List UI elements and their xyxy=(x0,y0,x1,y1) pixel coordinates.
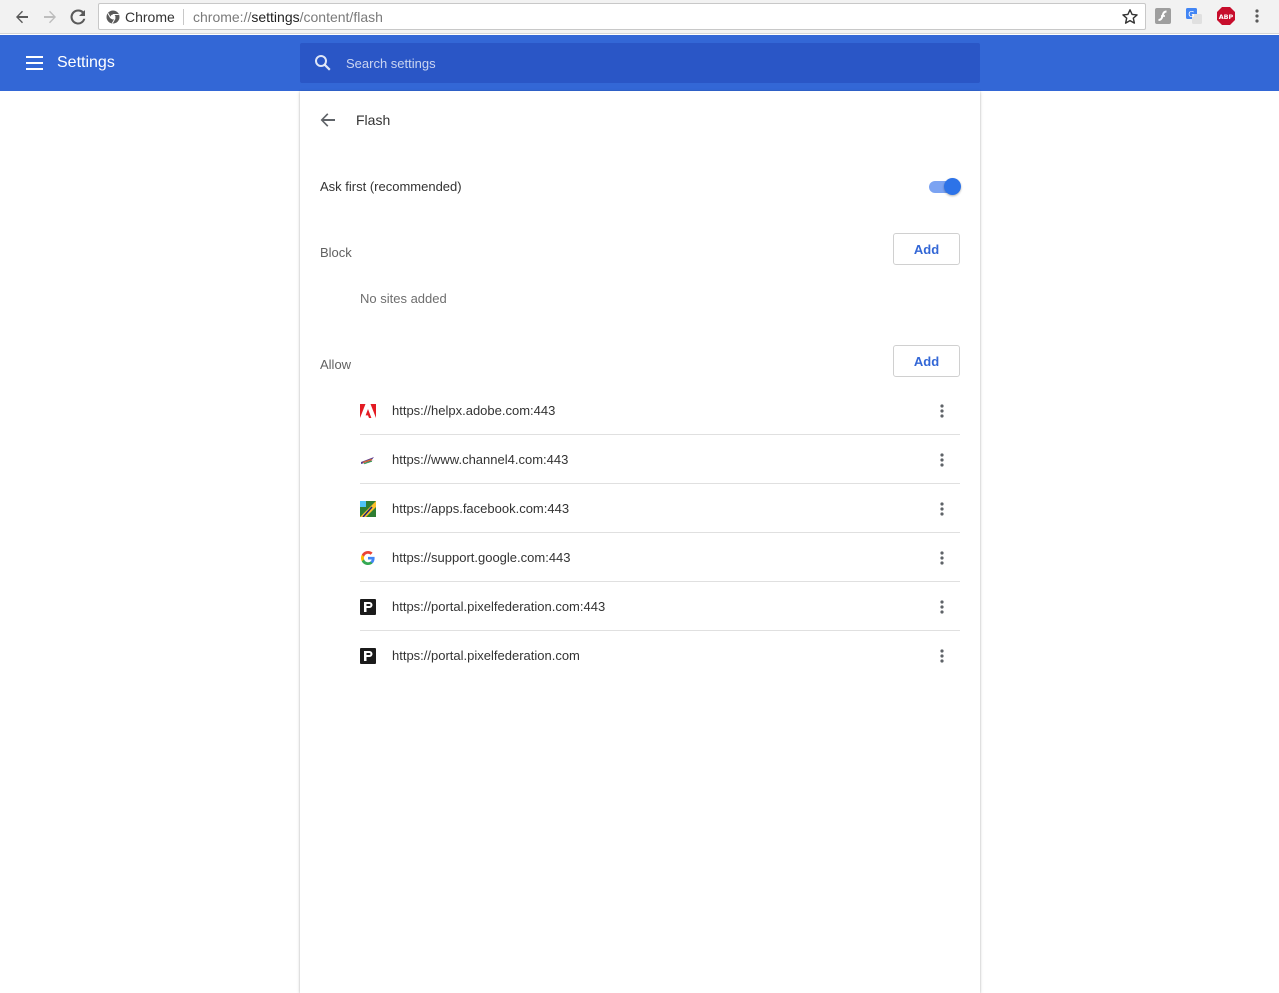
url-scheme: chrome:// xyxy=(193,9,252,25)
adobe-icon xyxy=(360,403,376,419)
back-arrow-icon[interactable] xyxy=(318,110,338,130)
settings-title: Settings xyxy=(57,54,115,71)
flash-ext-icon[interactable] xyxy=(1153,6,1173,26)
channel4-icon xyxy=(360,452,376,468)
more-actions-icon[interactable] xyxy=(932,499,952,519)
google-icon xyxy=(360,550,376,566)
page-title: Flash xyxy=(356,112,391,128)
adblock-plus-icon[interactable]: ABP xyxy=(1216,6,1236,26)
more-actions-icon[interactable] xyxy=(932,401,952,421)
site-url: https://apps.facebook.com:443 xyxy=(392,501,570,516)
allow-section-label: Allow xyxy=(320,357,352,372)
more-actions-icon[interactable] xyxy=(932,548,952,568)
back-arrow-icon[interactable] xyxy=(10,5,34,29)
pixelfederation-icon xyxy=(360,648,376,664)
site-row[interactable]: https://apps.facebook.com:443 xyxy=(360,484,960,533)
site-row[interactable]: https://support.google.com:443 xyxy=(360,533,960,582)
ask-first-toggle[interactable] xyxy=(929,178,961,195)
block-empty-text: No sites added xyxy=(360,291,447,306)
abp-label: ABP xyxy=(1219,13,1234,21)
site-row[interactable]: https://portal.pixelfederation.com:443 xyxy=(360,582,960,631)
block-add-button[interactable]: Add xyxy=(893,233,960,265)
google-translate-icon[interactable]: G xyxy=(1184,6,1204,26)
url-path: /content/flash xyxy=(299,9,383,25)
bookmark-star-icon[interactable] xyxy=(1121,8,1139,26)
omnibox-divider xyxy=(183,9,184,25)
origin-chip: Chrome xyxy=(125,9,175,25)
flash-settings-card: Flash Ask first (recommended) Block Add … xyxy=(300,91,980,993)
browser-toolbar: Chrome chrome://settings/content/flash G… xyxy=(0,0,1279,34)
site-url: https://portal.pixelfederation.com xyxy=(392,648,580,663)
address-bar[interactable]: Chrome chrome://settings/content/flash xyxy=(98,3,1146,30)
site-row[interactable]: https://portal.pixelfederation.com xyxy=(360,631,960,680)
toggle-knob xyxy=(944,178,961,195)
url-host: settings xyxy=(251,9,300,25)
allow-site-list: https://helpx.adobe.com:443 https://www.… xyxy=(360,386,960,680)
site-row[interactable]: https://www.channel4.com:443 xyxy=(360,435,960,484)
facebook-app-icon xyxy=(360,501,376,518)
site-url: https://helpx.adobe.com:443 xyxy=(392,403,556,418)
site-url: https://portal.pixelfederation.com:443 xyxy=(392,599,606,614)
pixelfederation-icon xyxy=(360,599,376,615)
settings-header: Settings xyxy=(0,35,1279,91)
url-text: chrome://settings/content/flash xyxy=(193,9,383,25)
search-box[interactable] xyxy=(300,43,980,83)
hamburger-menu-icon[interactable] xyxy=(24,52,46,74)
reload-icon[interactable] xyxy=(66,5,90,29)
ask-first-label: Ask first (recommended) xyxy=(320,179,462,194)
chrome-page-icon xyxy=(106,10,120,24)
block-section-label: Block xyxy=(320,245,352,260)
more-actions-icon[interactable] xyxy=(932,646,952,666)
more-actions-icon[interactable] xyxy=(932,450,952,470)
forward-arrow-icon[interactable] xyxy=(38,5,62,29)
site-url: https://www.channel4.com:443 xyxy=(392,452,569,467)
search-input[interactable] xyxy=(346,43,966,83)
svg-text:G: G xyxy=(1188,10,1194,19)
site-row[interactable]: https://helpx.adobe.com:443 xyxy=(360,386,960,435)
search-icon xyxy=(314,54,332,72)
allow-add-button[interactable]: Add xyxy=(893,345,960,377)
more-actions-icon[interactable] xyxy=(932,597,952,617)
site-url: https://support.google.com:443 xyxy=(392,550,571,565)
chrome-menu-icon[interactable] xyxy=(1247,6,1267,26)
